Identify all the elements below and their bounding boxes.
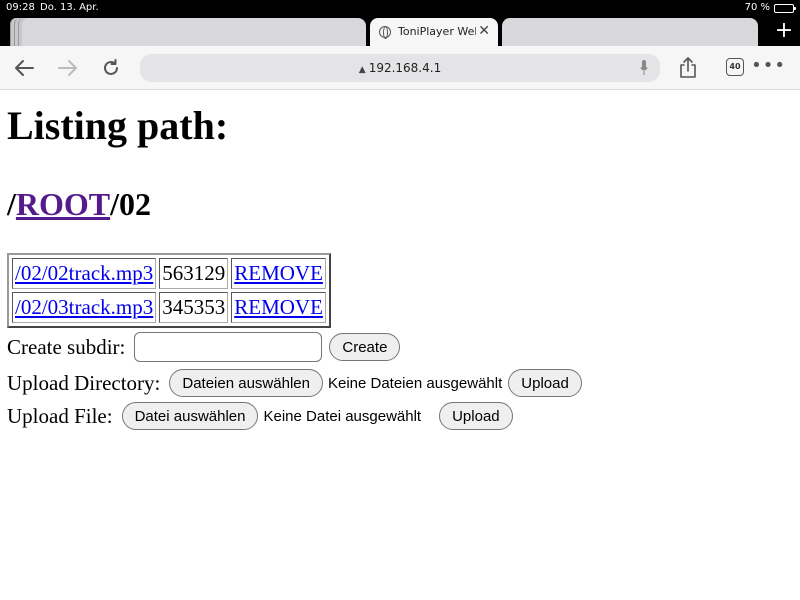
no-files-selected-text: Keine Dateien ausgewählt xyxy=(327,374,503,392)
file-link[interactable]: /02/03track.mp3 xyxy=(15,295,153,319)
reload-button[interactable] xyxy=(97,54,125,82)
status-time: 09:28 xyxy=(6,2,35,13)
file-size: 345353 xyxy=(159,292,229,323)
tab-title: ToniPlayer Web xyxy=(398,25,476,38)
battery-icon xyxy=(774,3,796,13)
remove-link[interactable]: REMOVE xyxy=(234,295,323,319)
path-breadcrumb: /ROOT/02 xyxy=(7,186,151,223)
file-table: /02/02track.mp3 563129 REMOVE /02/03trac… xyxy=(7,253,331,328)
page-content: Listing path: /ROOT/02 /02/02track.mp3 5… xyxy=(0,90,800,600)
tab-inactive-right[interactable] xyxy=(502,18,758,46)
choose-files-button[interactable]: Dateien auswählen xyxy=(169,369,323,397)
share-button[interactable] xyxy=(674,54,702,82)
path-prefix: / xyxy=(7,186,16,222)
new-tab-button[interactable]: + xyxy=(768,16,800,46)
close-icon[interactable]: ✕ xyxy=(478,23,490,39)
back-button[interactable] xyxy=(10,54,38,82)
upload-file-label: Upload File: xyxy=(7,403,113,428)
upload-directory-label: Upload Directory: xyxy=(7,370,161,395)
browser-toolbar: ▲ 192.168.4.1 40 ••• xyxy=(0,46,800,90)
battery-indicator: 70 % xyxy=(744,0,796,16)
status-date: Do. 13. Apr. xyxy=(40,2,99,13)
reload-icon xyxy=(104,59,118,75)
more-icon[interactable]: ••• xyxy=(751,57,786,75)
path-suffix: /02 xyxy=(110,186,152,222)
create-button[interactable]: Create xyxy=(329,333,401,361)
microphone-icon xyxy=(640,60,648,75)
file-size: 563129 xyxy=(159,258,229,289)
page-title: Listing path: xyxy=(7,103,229,148)
globe-icon xyxy=(379,26,391,39)
url-text: 192.168.4.1 xyxy=(368,61,442,75)
remove-link[interactable]: REMOVE xyxy=(234,261,323,285)
create-subdir-row: Create subdir: Create xyxy=(7,332,401,362)
tab-bar: ToniPlayer Web ✕ + xyxy=(0,16,800,46)
address-bar[interactable]: ▲ 192.168.4.1 xyxy=(140,54,660,82)
upload-file-button[interactable]: Upload xyxy=(439,402,513,430)
choose-file-button[interactable]: Datei auswählen xyxy=(121,402,259,430)
tab-active[interactable]: ToniPlayer Web ✕ xyxy=(370,18,498,46)
warning-icon: ▲ xyxy=(358,65,366,75)
file-link[interactable]: /02/02track.mp3 xyxy=(15,261,153,285)
share-icon xyxy=(680,57,696,78)
upload-file-row: Upload File: Datei auswählen Keine Datei… xyxy=(7,402,513,430)
upload-directory-button[interactable]: Upload xyxy=(508,369,582,397)
create-subdir-label: Create subdir: xyxy=(7,334,126,359)
tab-inactive-left[interactable] xyxy=(22,18,366,46)
arrow-left-icon xyxy=(15,60,34,76)
tab-count-button[interactable]: 40 xyxy=(726,58,744,76)
arrow-right-icon xyxy=(58,60,77,76)
no-file-selected-text: Keine Datei ausgewählt xyxy=(263,407,422,425)
subdir-name-input[interactable] xyxy=(134,332,323,362)
table-row: /02/02track.mp3 563129 REMOVE xyxy=(12,258,326,289)
forward-button[interactable] xyxy=(54,54,82,82)
battery-percent: 70 % xyxy=(744,2,770,13)
table-row: /02/03track.mp3 345353 REMOVE xyxy=(12,292,326,323)
upload-directory-row: Upload Directory: Dateien auswählen Kein… xyxy=(7,369,582,397)
status-bar: 09:28 Do. 13. Apr. 70 % xyxy=(0,0,800,16)
root-link[interactable]: ROOT xyxy=(16,186,110,222)
